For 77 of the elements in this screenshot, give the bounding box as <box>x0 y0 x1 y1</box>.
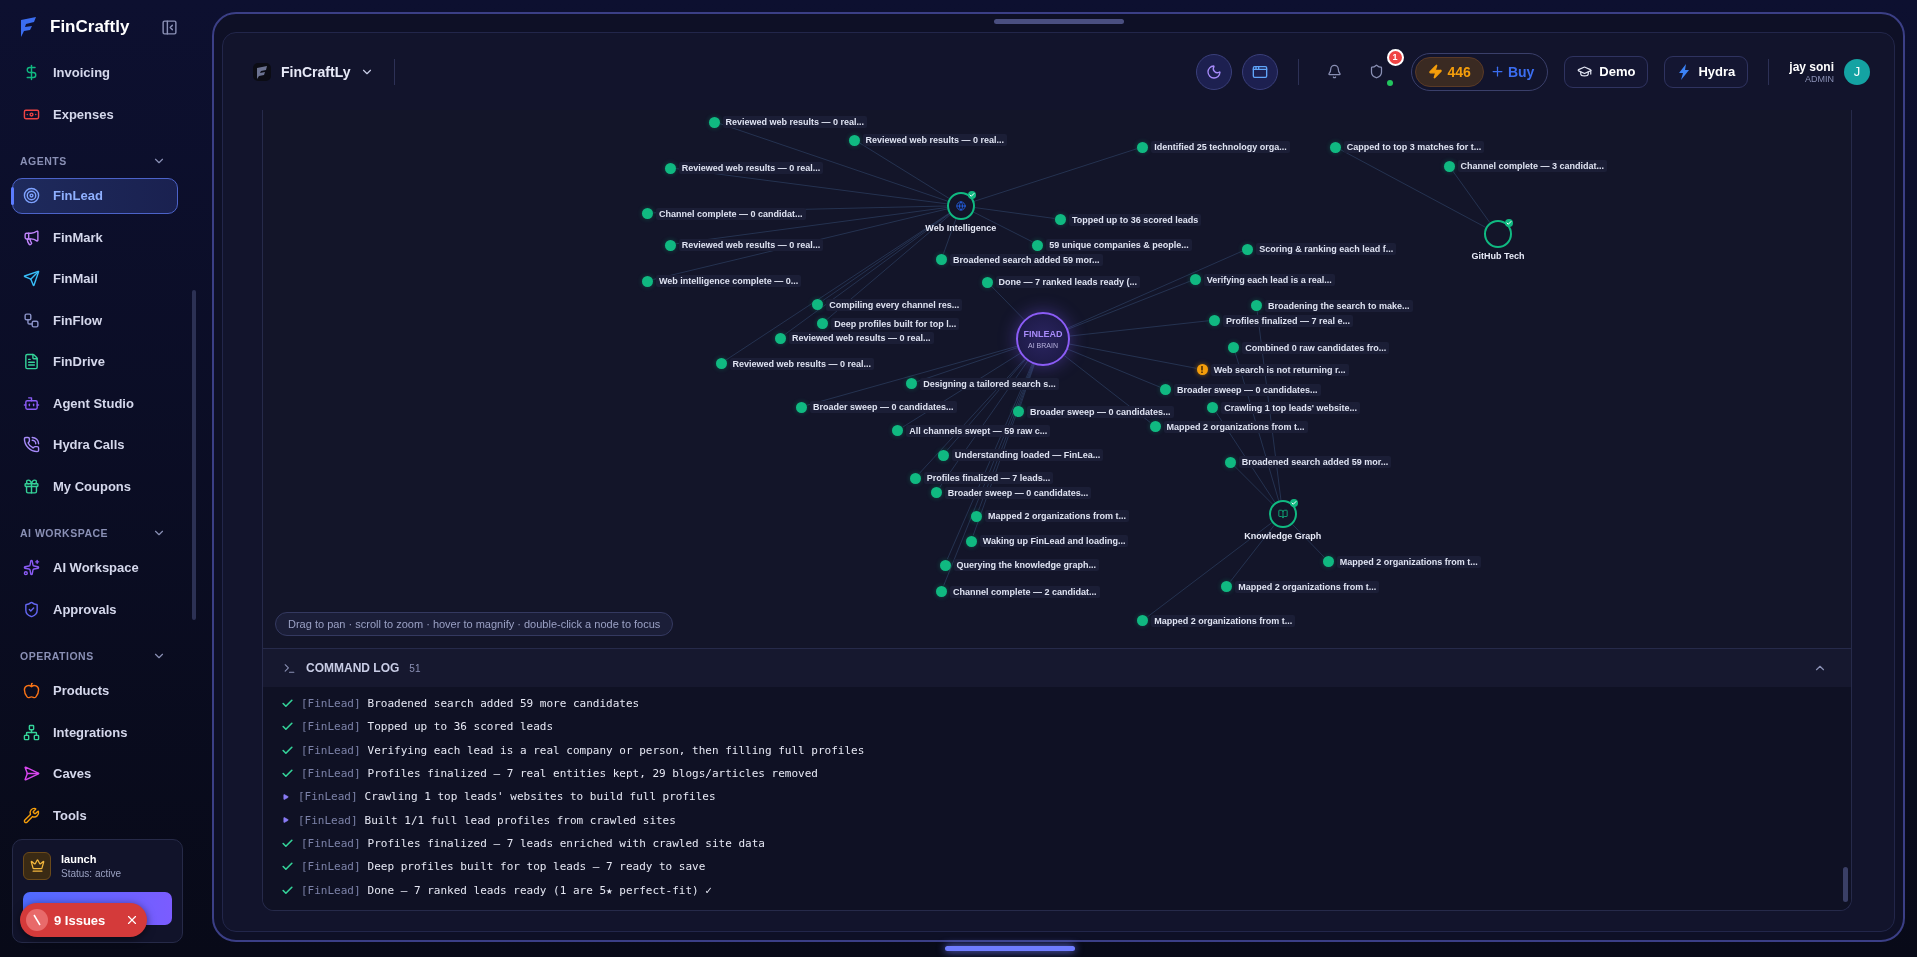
node-label: Broader sweep — 0 candidates... <box>810 401 957 414</box>
user-name: jay soni <box>1789 59 1834 74</box>
core-title: FINLEAD <box>1023 329 1063 339</box>
node-label: Deep profiles built for top l... <box>831 317 960 330</box>
log-message: Verifying each lead is a real company or person, then filling full profiles <box>367 743 865 757</box>
node-label: Waking up FinLead and loading... <box>979 535 1129 548</box>
log-message: Profiles finalized — 7 real entities kept, 29 blogs/articles removed <box>367 767 818 781</box>
user-role: ADMIN <box>1805 73 1834 84</box>
agent-label: GitHub Tech <box>1471 251 1525 261</box>
node-label: Compiling every channel res... <box>826 298 963 311</box>
log-message: Crawling 1 top leads' websites to build full profiles <box>364 790 716 804</box>
issues-label: Issues <box>64 912 106 928</box>
node-label: Web intelligence complete — 0... <box>656 275 802 288</box>
node-label: 59 unique companies & people... <box>1046 239 1192 251</box>
node-label: Understanding loaded — FinLea... <box>951 449 1104 462</box>
node-label: Broader sweep — 0 candidates... <box>1174 383 1321 396</box>
node-label: Broader sweep — 0 candidates... <box>944 486 1092 499</box>
log-message: Deep profiles built for top leads — 7 ready to save <box>367 860 706 874</box>
node-label: Web search is not returning r... <box>1210 363 1349 376</box>
log-tag: [FinLead] <box>301 720 361 734</box>
agent-label: Knowledge Graph <box>1244 531 1322 542</box>
log-tag: [FinLead] <box>298 813 358 827</box>
node-label: Reviewed web results — 0 real... <box>862 134 1008 146</box>
node-label: Verifying each lead is a real... <box>1203 273 1335 286</box>
node-label: Reviewed web results — 0 real... <box>678 239 824 251</box>
node-label: Channel complete — 2 candidat... <box>950 585 1100 598</box>
plan-status: Status: active <box>61 867 122 879</box>
node-label: Reviewed web results — 0 real... <box>678 162 824 175</box>
section-title: AI WORKSPACE <box>20 526 109 539</box>
log-tag: [FinLead] <box>301 767 361 781</box>
node-label: Combined 0 raw candidates fro... <box>1242 341 1390 354</box>
agent-label: Web Intelligence <box>925 222 997 233</box>
node-label: Profiles finalized — 7 real e... <box>1223 314 1354 327</box>
node-label: Channel complete — 3 candidat... <box>1457 160 1608 173</box>
node-label: Reviewed web results — 0 real... <box>722 116 868 129</box>
log-count: 51 <box>409 662 422 674</box>
node-label: Reviewed web results — 0 real... <box>729 357 875 370</box>
node-label: Mapped 2 organizations from t... <box>1163 420 1308 433</box>
node-label: Designing a tailored search s... <box>920 377 1059 390</box>
node-label: Broadened search added 59 mor... <box>950 253 1103 266</box>
log-message: Topped up to 36 scored leads <box>367 720 554 734</box>
log-message: Broadened search added 59 more candidates <box>367 697 640 711</box>
log-tag: [FinLead] <box>301 836 361 850</box>
node-label: Capped to top 3 matches for t... <box>1343 141 1485 154</box>
log-message: Done — 7 ranked leads ready (1 are 5★ perfect-fit) ✓ <box>367 883 712 897</box>
log-tag: [FinLead] <box>301 697 361 711</box>
plan-name: launch <box>61 852 98 865</box>
node-label: Identified 25 technology orga... <box>1151 141 1290 154</box>
log-tag: [FinLead] <box>301 883 361 897</box>
log-message: Profiles finalized — 7 leads enriched with crawled site data <box>367 836 765 850</box>
node-label: Mapped 2 organizations from t... <box>1336 555 1481 568</box>
graph-hint: Drag to pan · scroll to zoom · hover to magnify · double-click a node to focus <box>275 612 674 636</box>
node-label: Mapped 2 organizations from t... <box>985 510 1129 523</box>
node-label: Channel complete — 0 candidat... <box>656 207 806 220</box>
node-label: Broadened search added 59 mor... <box>1238 456 1392 469</box>
issues-count: 9 <box>54 912 62 928</box>
node-label: Crawling 1 top leads' website... <box>1221 401 1360 414</box>
node-label: Mapped 2 organizations from t... <box>1151 614 1296 627</box>
brand-name: FinCraftly <box>50 17 131 38</box>
notification-count: 1 <box>1386 48 1404 66</box>
node-label: Querying the knowledge graph... <box>953 559 1100 571</box>
log-tag: [FinLead] <box>301 743 361 757</box>
node-label: Done — 7 ranked leads ready (... <box>995 276 1141 289</box>
log-tag: [FinLead] <box>301 860 361 874</box>
node-label: Broader sweep — 0 candidates... <box>1027 405 1174 418</box>
node-label: Profiles finalized — 7 leads... <box>923 472 1054 485</box>
node-label: Topped up to 36 scored leads <box>1069 213 1202 226</box>
node-label: Scoring & ranking each lead f... <box>1256 243 1397 256</box>
log-message: Built 1/1 full lead profiles from crawled sites <box>364 813 676 827</box>
section-title: OPERATIONS <box>20 649 94 662</box>
log-title: COMMAND LOG <box>306 661 400 675</box>
node-label: All channels swept — 59 raw c... <box>906 424 1051 437</box>
section-title: AGENTS <box>20 154 67 167</box>
node-label: Mapped 2 organizations from t... <box>1235 580 1380 593</box>
node-label: Broadening the search to make... <box>1265 299 1413 312</box>
log-tag: [FinLead] <box>298 790 358 804</box>
node-label: Reviewed web results — 0 real... <box>789 332 934 345</box>
